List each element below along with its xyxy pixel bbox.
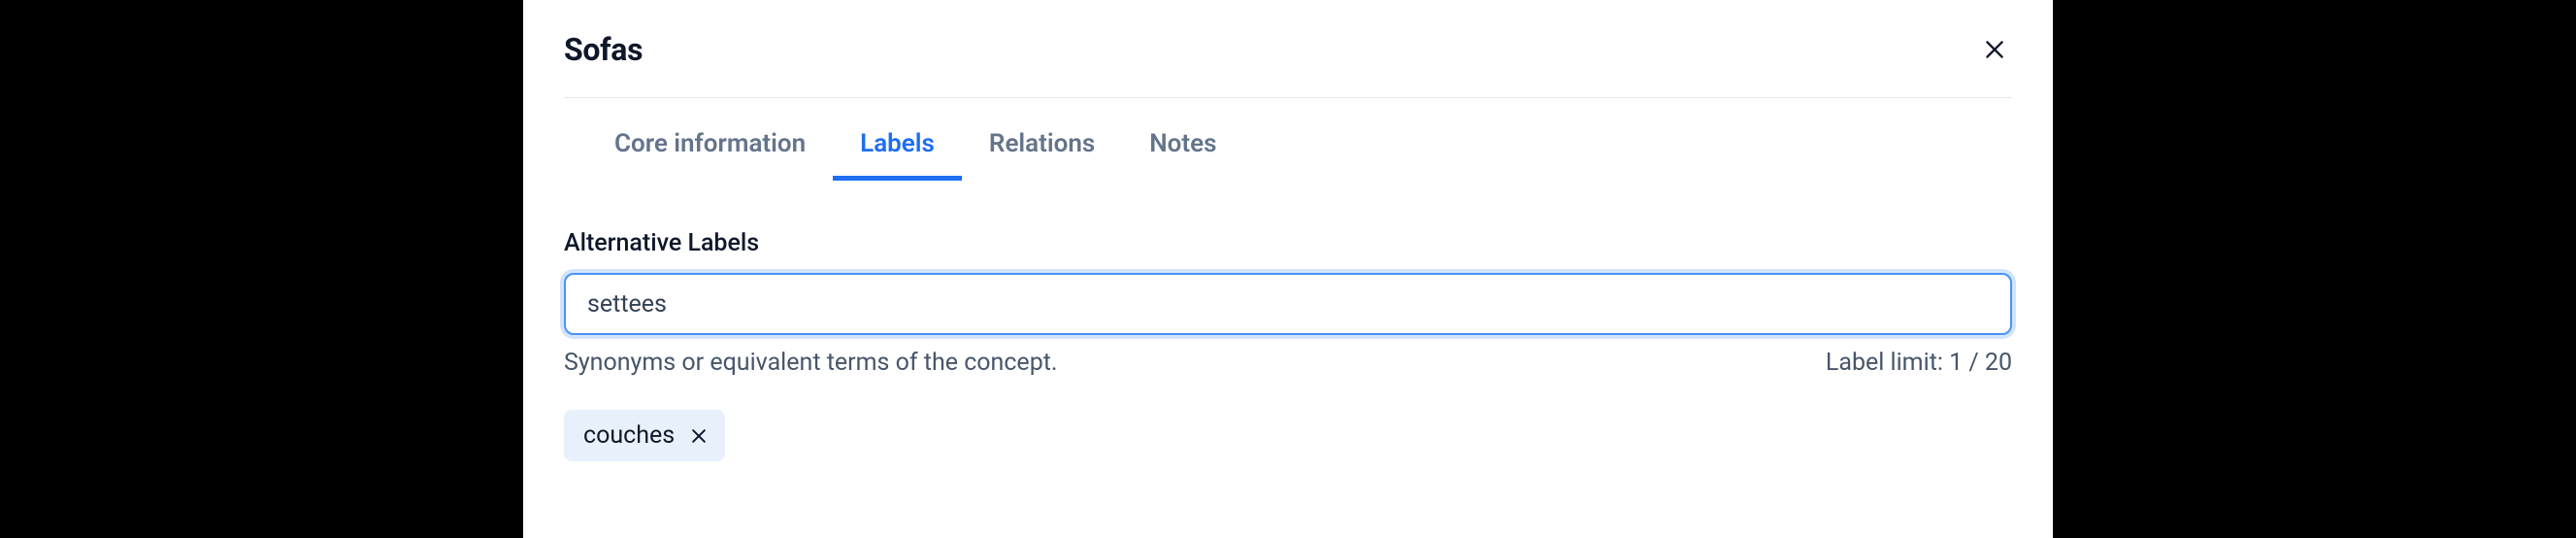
tab-relations[interactable]: Relations [962,129,1122,181]
tab-labels[interactable]: Labels [833,129,962,181]
tag-item[interactable]: couches [564,410,725,461]
close-icon [1982,37,2007,62]
close-icon [689,426,709,446]
label-limit-text: Label limit: 1 / 20 [1826,349,2012,377]
tag-label: couches [583,421,675,450]
dialog-header: Sofas [564,31,2012,98]
helper-row: Synonyms or equivalent terms of the conc… [564,349,2012,377]
tag-remove-button[interactable] [688,425,710,447]
helper-text: Synonyms or equivalent terms of the conc… [564,349,1058,377]
alternative-labels-heading: Alternative Labels [564,229,2012,257]
tab-bar: Core information Labels Relations Notes [587,129,2012,181]
tab-core-information[interactable]: Core information [587,129,833,181]
tags-row: couches [564,410,2012,461]
alternative-labels-input-wrapper [564,273,2012,335]
page-title: Sofas [564,31,643,68]
alternative-labels-input[interactable] [564,273,2012,335]
dialog-panel: Sofas Core information Labels Relations … [523,0,2053,538]
close-button[interactable] [1977,32,2012,67]
tab-notes[interactable]: Notes [1122,129,1243,181]
